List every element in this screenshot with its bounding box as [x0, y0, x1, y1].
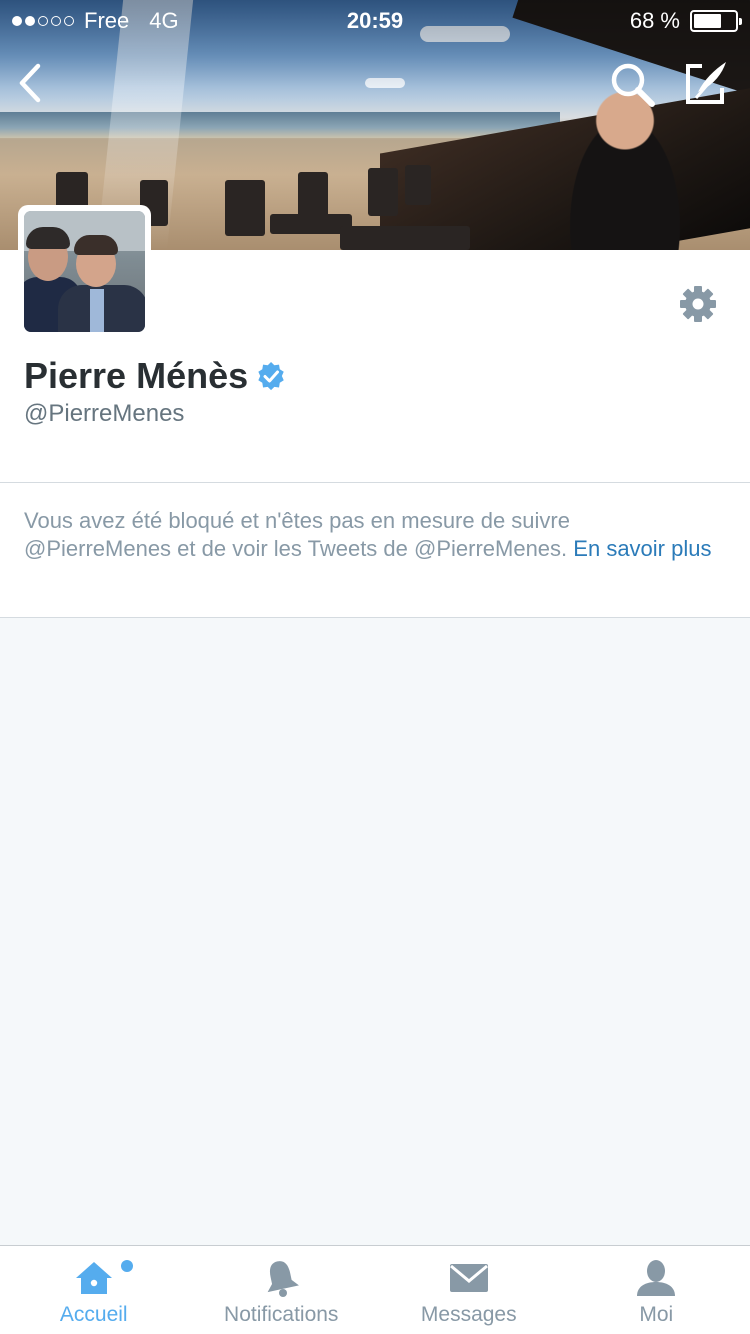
person-icon — [637, 1260, 676, 1296]
avatar-person-hair — [74, 235, 118, 255]
chevron-left-icon — [19, 63, 41, 103]
profile-name-row: Pierre Ménès — [24, 355, 286, 397]
tab-notifications[interactable]: Notifications — [188, 1246, 376, 1334]
home-icon — [75, 1262, 112, 1294]
compose-button[interactable] — [682, 58, 732, 108]
search-button[interactable] — [608, 60, 658, 110]
tab-home[interactable]: Accueil — [0, 1246, 188, 1334]
verified-badge-icon — [258, 361, 284, 391]
battery-percent: 68 % — [629, 8, 680, 33]
avatar-frame[interactable] — [18, 205, 151, 338]
settings-button[interactable] — [678, 284, 718, 324]
blocked-notice-text: Vous avez été bloqué et n'êtes pas en me… — [24, 507, 714, 563]
tab-label: Moi — [639, 1303, 674, 1326]
back-button[interactable] — [14, 60, 54, 106]
tab-label: Messages — [420, 1303, 517, 1326]
tab-label: Notifications — [224, 1303, 339, 1326]
search-icon — [611, 63, 655, 107]
avatar-person-hair — [26, 227, 70, 249]
battery-icon — [690, 10, 742, 32]
learn-more-link[interactable]: En savoir plus — [573, 536, 711, 561]
tab-messages[interactable]: Messages — [375, 1246, 563, 1334]
tab-me[interactable]: Moi — [563, 1246, 750, 1334]
battery-fill — [694, 14, 722, 28]
status-bar: Free 4G 20:59 68 % — [0, 0, 750, 40]
compose-icon — [686, 62, 726, 104]
envelope-icon — [449, 1264, 488, 1292]
profile-name: Pierre Ménès — [24, 355, 249, 396]
blocked-notice: Vous avez été bloqué et n'êtes pas en me… — [0, 483, 750, 618]
gear-icon — [680, 286, 716, 322]
status-right: 68 % — [629, 8, 742, 34]
avatar — [24, 211, 145, 332]
tab-label: Accueil — [59, 1303, 128, 1326]
bell-icon — [267, 1261, 300, 1297]
profile-handle: @PierreMenes — [24, 400, 185, 427]
tab-bar: Accueil Notifications Messages Moi — [0, 1245, 750, 1334]
avatar-person-shirt — [90, 289, 104, 332]
unread-indicator — [121, 1260, 133, 1272]
blocked-message: Vous avez été bloqué et n'êtes pas en me… — [24, 508, 570, 561]
